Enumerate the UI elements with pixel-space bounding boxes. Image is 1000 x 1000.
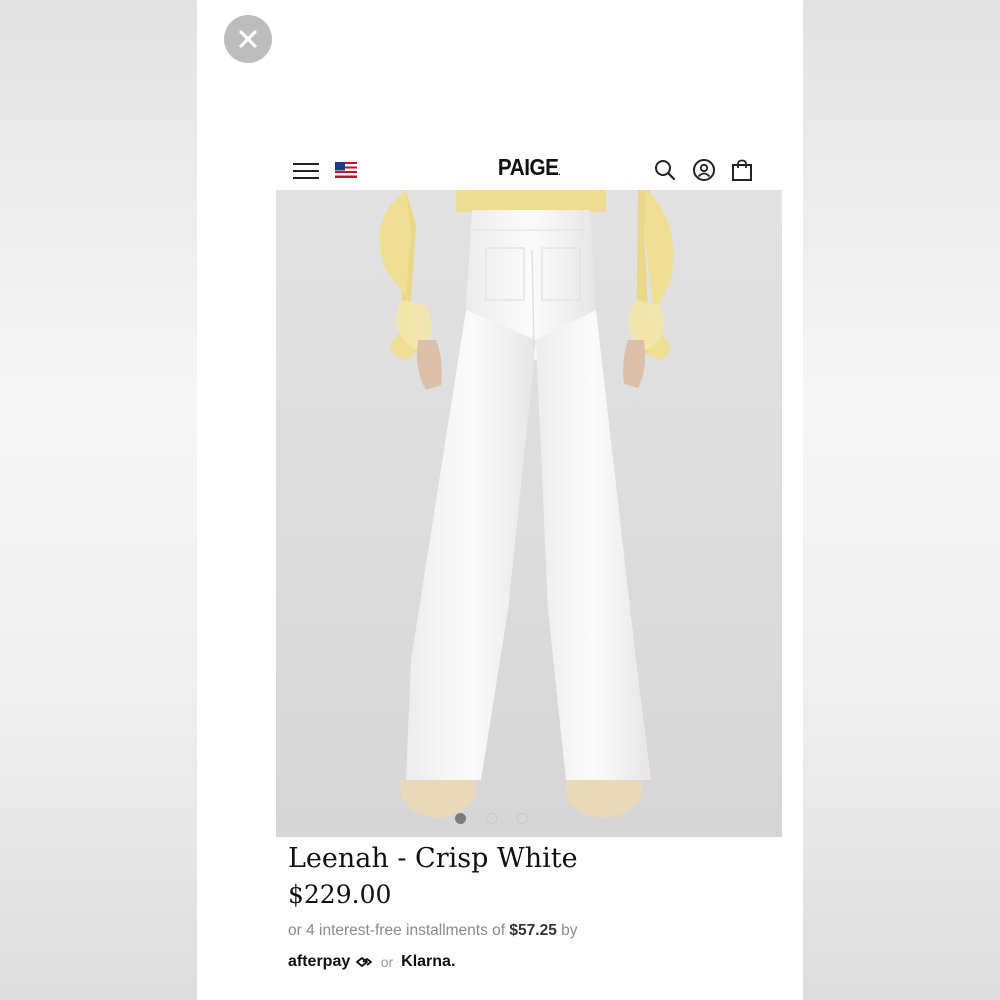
account-icon[interactable]	[692, 158, 716, 182]
model-photo	[379, 190, 674, 818]
carousel-indicators	[455, 813, 528, 825]
payment-options: afterpay or Klarna.	[288, 953, 455, 971]
brand-logo[interactable]: PAIGE.	[498, 154, 561, 181]
installment-info: or 4 interest-free installments of $57.2…	[288, 922, 578, 940]
close-icon	[239, 30, 257, 48]
afterpay-label: afterpay	[288, 953, 351, 970]
installment-prefix: or 4 interest-free installments of	[288, 922, 506, 939]
carousel-dot-2[interactable]	[486, 813, 497, 824]
site-header: PAIGE.	[276, 150, 782, 190]
us-flag-icon[interactable]	[335, 162, 357, 178]
search-icon[interactable]	[653, 158, 677, 182]
shopping-bag-icon[interactable]	[730, 158, 754, 182]
installment-suffix: by	[561, 922, 578, 939]
product-title: Leenah - Crisp White	[288, 843, 578, 874]
payment-or-label: or	[380, 954, 394, 970]
afterpay-arrows-icon	[355, 956, 372, 967]
afterpay-link[interactable]: afterpay	[288, 953, 373, 971]
product-price: $229.00	[288, 880, 392, 909]
right-backdrop	[803, 0, 1000, 1000]
carousel-dot-1[interactable]	[455, 813, 466, 824]
installment-amount: $57.25	[509, 922, 557, 939]
klarna-link[interactable]: Klarna.	[401, 953, 455, 971]
carousel-dot-3[interactable]	[517, 813, 528, 824]
left-backdrop	[0, 0, 197, 1000]
close-button[interactable]	[224, 15, 272, 63]
product-image[interactable]	[276, 190, 782, 837]
hamburger-menu-icon[interactable]	[293, 163, 319, 179]
